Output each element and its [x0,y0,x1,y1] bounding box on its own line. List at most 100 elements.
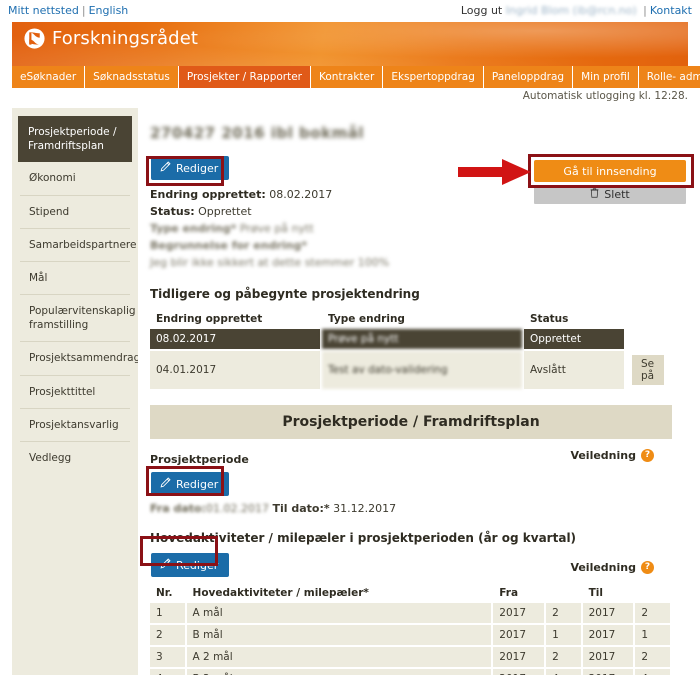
ms-cell-til-q: 2 [635,603,670,624]
utility-bar: Mitt nettsted | English Logg ut Ingrid Blo… [0,0,700,22]
history-header-row: Endring opprettet Type endring Status [150,311,670,327]
ms-cell-til-q: 4 [635,669,670,675]
history-cell-status: Opprettet [524,329,624,350]
meta-status-value: Opprettet [198,205,252,219]
sidebar-item-prosjektansvarlig[interactable]: Prosjektansvarlig [20,409,130,442]
section-banner: Prosjektperiode / Framdriftsplan [150,405,672,440]
meta-type-value: Prøve på nytt [239,222,314,236]
tab-esoknader[interactable]: eSøknader [12,66,86,88]
ms-col-nr: Nr. [156,587,173,600]
milestones-section: Hovedaktiviteter / milepæler i prosjektp… [148,531,672,675]
see-button[interactable]: Se på [632,355,664,386]
sidebar-item-okonomi[interactable]: Økonomi [20,162,130,196]
from-date-value: 01.02.2017 [206,502,269,516]
tab-kontrakter[interactable]: Kontrakter [311,66,384,88]
ms-cell-fra-year: 2017 [493,669,545,675]
meta-reason-value: Jeg blir ikke sikkert at dette stemmer 1… [150,256,390,270]
tab-prosjekter-rapporter[interactable]: Prosjekter / Rapporter [178,66,312,88]
guidance-label-milestones: Veiledning [570,561,636,575]
history-col-type: Type endring [328,313,405,326]
table-row[interactable]: 04.01.2017 Test av dato-validering Avslå… [150,351,670,390]
table-row[interactable]: 4 B 2 mål 2017 4 2017 4 [150,669,670,675]
ms-cell-fra-q: 1 [546,625,581,646]
utility-separator-1: | [81,4,86,17]
ms-cell-fra-q: 2 [546,603,581,624]
meta-status-label: Status: [150,205,195,219]
ms-col-fra-q [546,585,581,601]
ms-cell-nr: 3 [150,647,185,668]
meta-status-row: Status: Opprettet [150,203,672,220]
annotation-box-submit [528,154,694,188]
page-root: Mitt nettsted | English Logg ut Ingrid Blo… [0,0,700,675]
auto-logout-notice: Automatisk utlogging kl. 12:28. [522,90,688,102]
meta-reason-value-row: Jeg blir ikke sikkert at dette stemmer 1… [150,254,672,271]
to-date-label: Til dato:* [272,502,330,516]
milestones-header-row: Nr. Hovedaktiviteter / milepæler* Fra Ti… [150,585,670,601]
history-col-status: Status [530,313,569,326]
tab-paneloppdrag[interactable]: Paneloppdrag [483,66,574,88]
utility-bar-right: Logg ut Ingrid Blom (ib@rcn.no) | Kontakt [461,4,692,17]
ms-cell-til-year: 2017 [582,669,634,675]
sidebar-item-maal[interactable]: Mål [20,262,130,296]
link-my-site[interactable]: Mitt nettsted [8,4,79,17]
tab-ekspertoppdrag[interactable]: Ekspertoppdrag [383,66,484,88]
ms-cell-nr: 1 [150,603,185,624]
ms-cell-activity: B mål [186,625,492,646]
from-date-label: Fra dato: [150,502,206,516]
ms-cell-fra-year: 2017 [493,603,545,624]
sidebar-item-prosjektsammendrag[interactable]: Prosjektsammendrag [20,342,140,376]
meta-created-label: Endring opprettet: [150,188,266,201]
sidebar-item-samarbeidspartnere[interactable]: Samarbeidspartnere [20,229,136,262]
ms-cell-nr: 2 [150,625,185,646]
history-section: Tidligere og påbegynte prosjektendring E… [148,287,672,391]
history-col-created: Endring opprettet [156,313,263,326]
logout-label[interactable]: Logg ut [461,4,502,17]
guidance-link-period[interactable]: Veiledning ? [570,449,654,463]
guidance-label-period: Veiledning [570,449,636,463]
main-navigation: eSøknader Søknadsstatus Prosjekter / Rap… [12,66,700,88]
meta-created-value: 08.02.2017 [269,188,333,201]
annotation-box-edit-period [146,466,224,496]
guidance-link-milestones[interactable]: Veiledning ? [570,561,654,575]
annotation-box-edit-top [146,156,224,186]
history-cell-type: Prøve på nytt [322,329,522,350]
tab-rolle-administrasjon[interactable]: Rolle- administrasjon [638,66,700,88]
sidebar-item-stipend[interactable]: Stipend [20,196,130,229]
table-row[interactable]: 3 A 2 mål 2017 2 2017 2 [150,647,670,668]
ms-cell-til-q: 2 [635,647,670,668]
question-mark-icon: ? [641,449,654,463]
trash-icon [590,188,599,201]
site-logo[interactable]: Forskningsrådet [24,28,198,49]
tab-min-profil[interactable]: Min profil [573,66,639,88]
history-cell-action: Se på [626,351,670,389]
ms-cell-nr: 4 [150,669,185,675]
history-title: Tidligere og påbegynte prosjektendring [150,287,420,302]
ms-cell-activity: A mål [186,603,492,624]
sidebar-item-vedlegg[interactable]: Vedlegg [20,442,130,474]
link-english[interactable]: English [89,4,129,17]
history-cell-type: Test av dato-validering [322,351,522,390]
sidebar-item-prosjektperiode-framdriftsplan[interactable]: Prosjektperiode / Framdriftsplan [18,116,132,163]
tab-soknadsstatus[interactable]: Søknadsstatus [85,66,179,88]
link-kontakt[interactable]: Kontakt [650,4,692,17]
project-period-section: Prosjektperiode Veiledning ? Rediger Fra… [148,449,672,516]
table-row[interactable]: 08.02.2017 Prøve på nytt Opprettet [150,329,670,350]
site-banner: Forskningsrådet [12,22,688,66]
sidebar: Prosjektperiode / Framdriftsplan Økonomi… [12,108,140,675]
delete-button-label: Slett [604,188,630,201]
annotation-arrow-submit [458,158,532,189]
ms-cell-til-q: 1 [635,625,670,646]
sidebar-item-prosjekttittel[interactable]: Prosjekttittel [20,376,130,409]
milestones-heading: Hovedaktiviteter / milepæler i prosjektp… [150,531,577,546]
meta-reason-row: Begrunnelse for endring* [150,237,672,254]
history-cell-created: 08.02.2017 [150,329,320,350]
ms-col-til: Til [588,587,603,600]
table-row[interactable]: 1 A mål 2017 2 2017 2 [150,603,670,624]
history-cell-created: 04.01.2017 [150,351,320,390]
ms-cell-til-year: 2017 [582,647,634,668]
ms-cell-til-year: 2017 [582,625,634,646]
table-row[interactable]: 2 B mål 2017 1 2017 1 [150,625,670,646]
sidebar-item-popvit-framstilling[interactable]: Populærvitenskaplig framstilling [20,295,136,343]
sidebar-list: Prosjektperiode / Framdriftsplan Økonomi… [12,108,140,474]
project-period-action-row: Rediger [148,472,672,502]
